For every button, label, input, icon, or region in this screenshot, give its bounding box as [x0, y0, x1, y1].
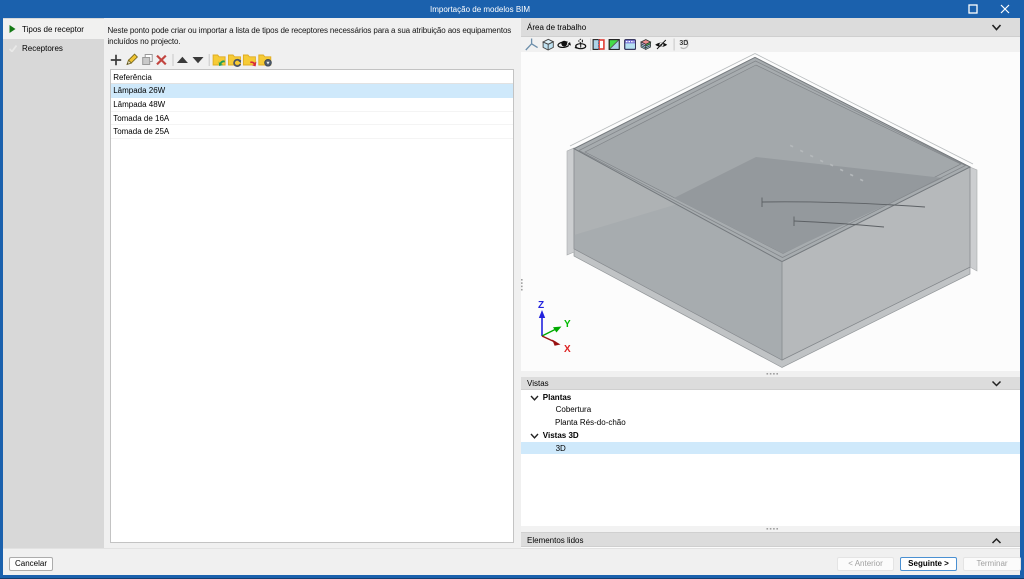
- svg-text:Z: Z: [538, 300, 544, 311]
- svg-text:Y: Y: [564, 319, 571, 330]
- svg-text:3D: 3D: [679, 40, 688, 47]
- svg-text:X: X: [564, 344, 571, 355]
